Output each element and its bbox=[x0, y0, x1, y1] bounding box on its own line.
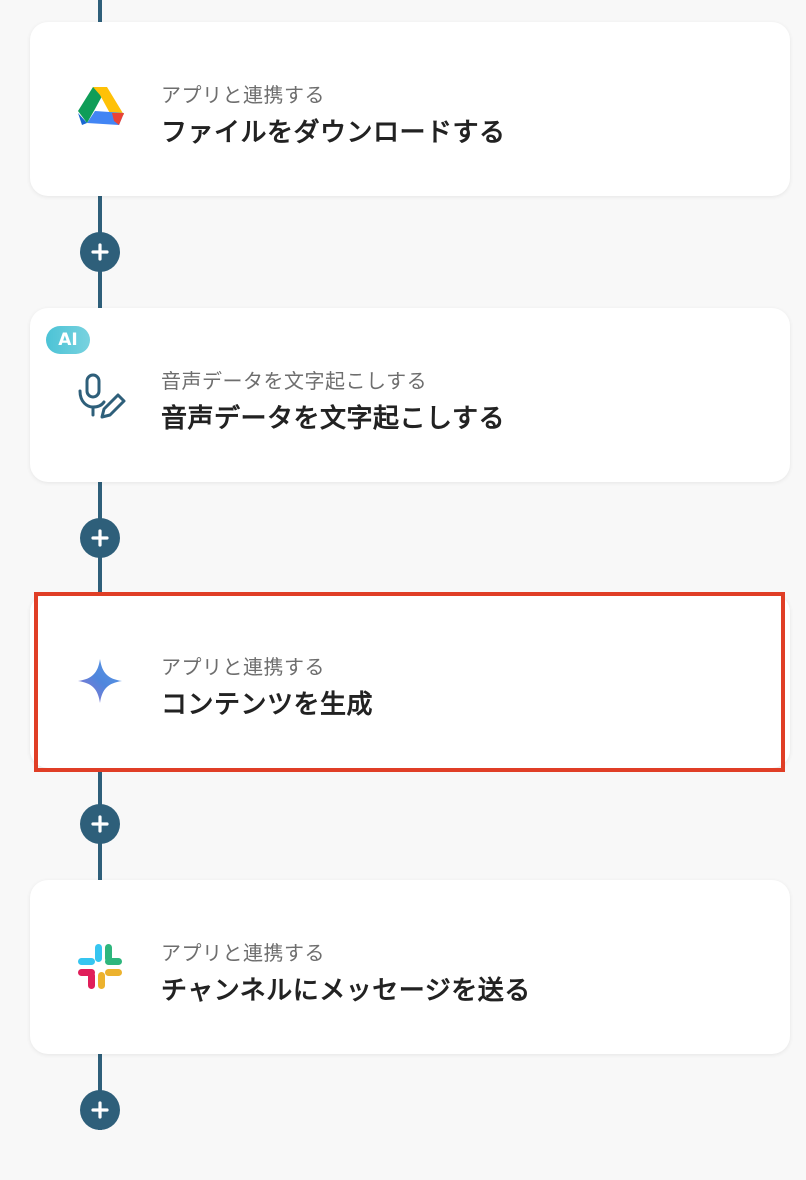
plus-icon bbox=[91, 815, 109, 833]
flow-connector-line bbox=[98, 0, 102, 22]
flow-step-card-send-channel-message[interactable]: アプリと連携する チャンネルにメッセージを送る bbox=[30, 880, 790, 1054]
microphone-pen-icon bbox=[74, 369, 126, 421]
add-step-button[interactable] bbox=[80, 1090, 120, 1130]
step-title: 音声データを文字起こしする bbox=[161, 404, 505, 434]
gemini-sparkle-icon bbox=[74, 655, 126, 707]
add-step-button[interactable] bbox=[80, 518, 120, 558]
step-subtitle: アプリと連携する bbox=[161, 83, 325, 107]
slack-icon bbox=[74, 941, 126, 993]
plus-icon bbox=[91, 529, 109, 547]
step-title: コンテンツを生成 bbox=[161, 690, 374, 720]
step-title: ファイルをダウンロードする bbox=[161, 118, 506, 148]
flow-step-card-generate-content[interactable]: アプリと連携する コンテンツを生成 bbox=[30, 594, 790, 768]
step-title: チャンネルにメッセージを送る bbox=[161, 976, 531, 1006]
plus-icon bbox=[91, 1101, 109, 1119]
google-drive-icon bbox=[74, 83, 126, 135]
ai-badge: AI bbox=[46, 326, 90, 354]
step-subtitle: 音声データを文字起こしする bbox=[161, 369, 428, 393]
add-step-button[interactable] bbox=[80, 232, 120, 272]
add-step-button[interactable] bbox=[80, 804, 120, 844]
step-subtitle: アプリと連携する bbox=[161, 941, 325, 965]
flow-step-card-transcribe-audio[interactable]: AI 音声データを文字起こしする 音声データを文字起こしする bbox=[30, 308, 790, 482]
flow-step-card-download-file[interactable]: アプリと連携する ファイルをダウンロードする bbox=[30, 22, 790, 196]
plus-icon bbox=[91, 243, 109, 261]
step-subtitle: アプリと連携する bbox=[161, 655, 325, 679]
